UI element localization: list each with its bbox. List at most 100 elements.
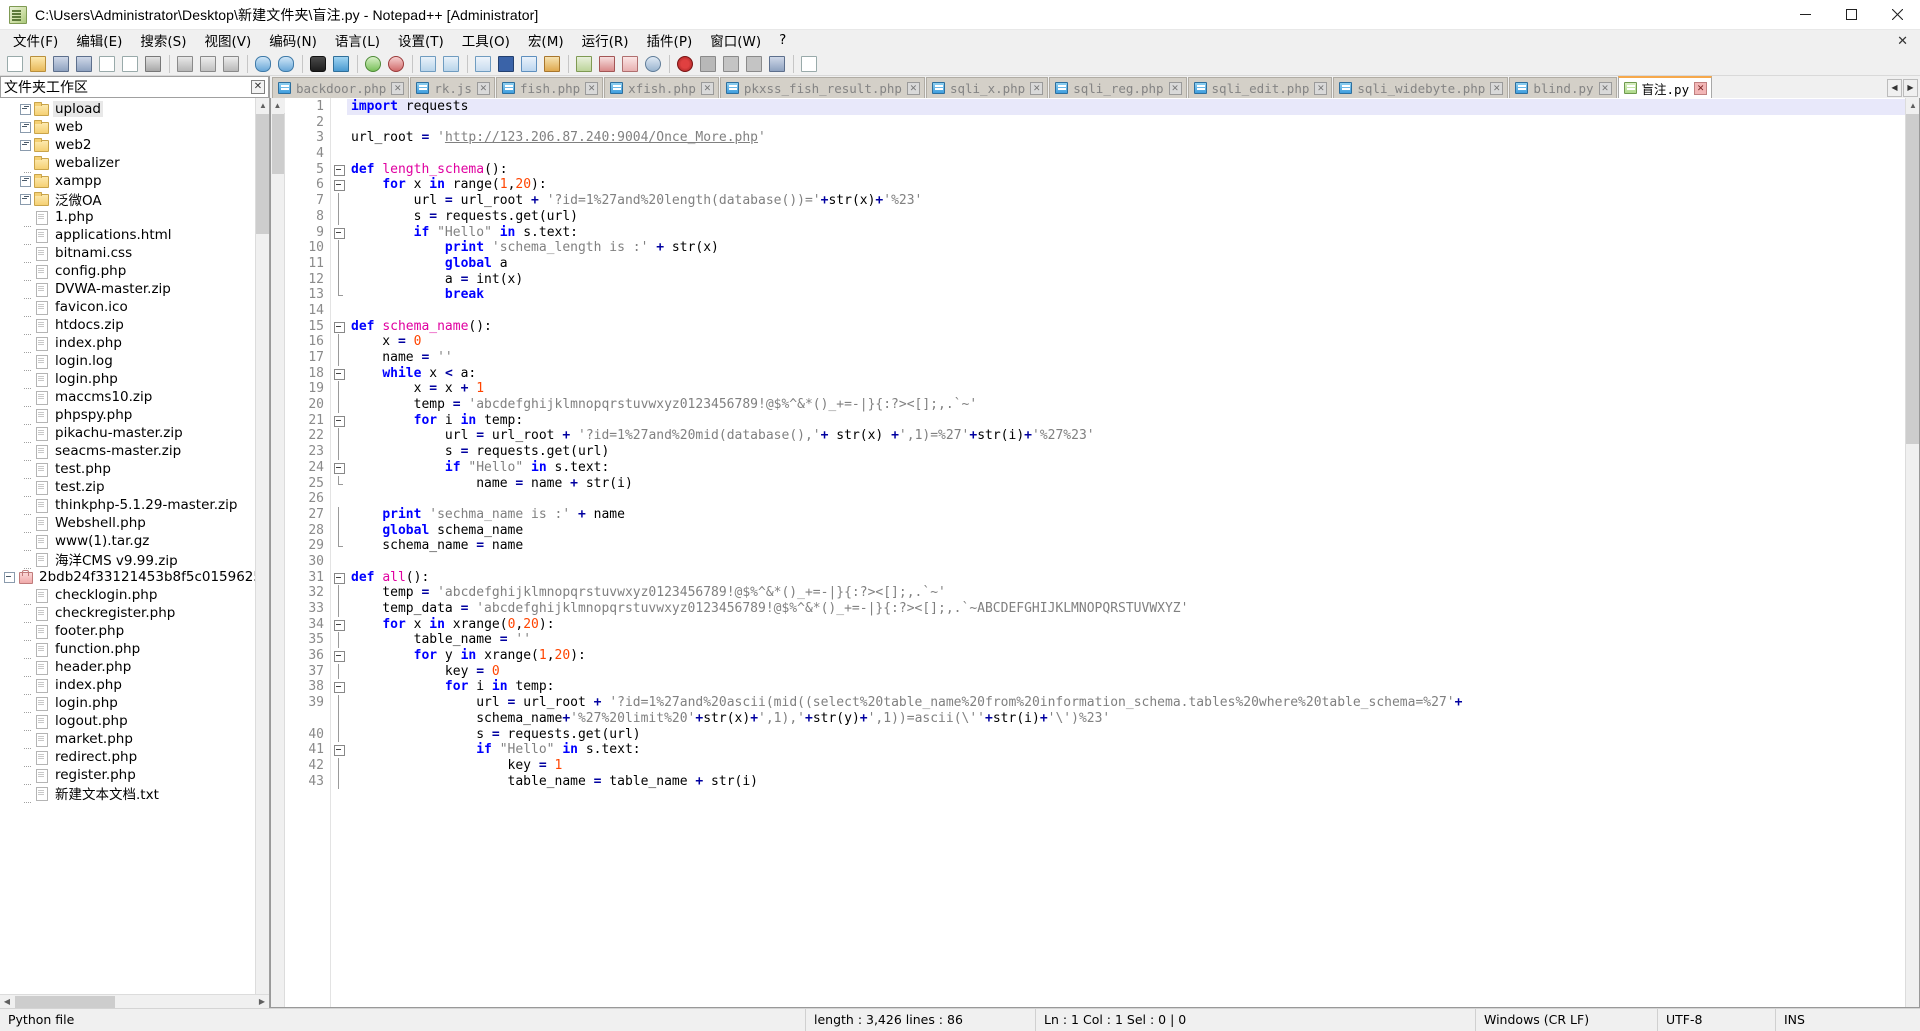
new-file-icon[interactable] (4, 53, 26, 75)
editor-vertical-scrollbar[interactable]: ▲ (1905, 98, 1919, 1007)
fold-toggle-icon[interactable] (331, 570, 347, 586)
menu-window[interactable]: 窗口(W) (701, 28, 770, 53)
document-tab[interactable]: 盲注.py ✕ (1617, 76, 1713, 98)
code-line[interactable]: key = 1 (347, 758, 1919, 774)
fold-toggle-icon[interactable] (331, 413, 347, 429)
code-line[interactable]: a = int(x) (347, 272, 1919, 288)
fold-toggle-icon[interactable] (331, 162, 347, 178)
code-line[interactable]: for x in xrange(0,20): (347, 617, 1919, 633)
code-line[interactable]: temp = 'abcdefghijklmnopqrstuvwxyz012345… (347, 397, 1919, 413)
menu-view[interactable]: 视图(V) (196, 28, 261, 53)
tree-item[interactable]: 海洋CMS v9.99.zip (1, 550, 255, 569)
tab-close-icon[interactable]: ✕ (1314, 81, 1328, 95)
status-encoding[interactable]: UTF-8 (1657, 1008, 1775, 1031)
tab-close-icon[interactable]: ✕ (700, 81, 714, 95)
code-line[interactable]: if "Hello" in s.text: (347, 460, 1919, 476)
sync-vertical-icon[interactable] (417, 53, 439, 75)
fold-toggle-icon[interactable] (331, 679, 347, 695)
tree-item[interactable]: test.zip (1, 478, 255, 497)
code-line[interactable]: if "Hello" in s.text: (347, 742, 1919, 758)
ui-user-defined-dialog-icon[interactable] (541, 53, 563, 75)
zoom-out-icon[interactable] (385, 53, 407, 75)
code-line[interactable]: x = x + 1 (347, 381, 1919, 397)
menu-run[interactable]: 运行(R) (573, 28, 638, 53)
sync-horizontal-icon[interactable] (440, 53, 462, 75)
expand-icon[interactable] (17, 137, 33, 153)
code-line[interactable]: schema_name = name (347, 538, 1919, 554)
tab-close-icon[interactable]: ✕ (1168, 81, 1182, 95)
document-tab[interactable]: blind.py ✕ (1509, 77, 1617, 98)
code-line[interactable]: for i in temp: (347, 413, 1919, 429)
code-line[interactable]: while x < a: (347, 366, 1919, 382)
tree-horizontal-scrollbar[interactable]: ◀ ▶ (0, 994, 269, 1008)
tree-item[interactable]: web (1, 118, 255, 136)
tree-item[interactable]: login.log (1, 352, 255, 371)
tree-item[interactable]: 1.php (1, 208, 255, 227)
tab-close-icon[interactable]: ✕ (391, 81, 405, 95)
monitoring-icon[interactable] (642, 53, 664, 75)
tree-item[interactable]: maccms10.zip (1, 388, 255, 407)
code-line[interactable]: name = '' (347, 350, 1919, 366)
tree-item[interactable]: register.php (1, 766, 255, 785)
code-line[interactable] (347, 554, 1919, 570)
tab-close-icon[interactable]: ✕ (1030, 81, 1044, 95)
spell-check-icon[interactable] (798, 53, 820, 75)
tree-scroll-thumb[interactable] (256, 114, 269, 234)
status-eol-format[interactable]: Windows (CR LF) (1475, 1008, 1657, 1031)
tab-next-button[interactable]: ▶ (1903, 78, 1918, 97)
code-line[interactable]: for y in xrange(1,20): (347, 648, 1919, 664)
document-map-icon[interactable] (573, 53, 595, 75)
menu-edit[interactable]: 编辑(E) (67, 28, 131, 53)
code-line[interactable] (347, 491, 1919, 507)
tree-item[interactable]: Webshell.php (1, 514, 255, 533)
document-tab[interactable]: sqli_widebyte.php ✕ (1333, 77, 1509, 98)
code-line[interactable]: if "Hello" in s.text: (347, 225, 1919, 241)
menu-tools[interactable]: 工具(O) (453, 28, 519, 53)
tree-item[interactable]: www(1).tar.gz (1, 532, 255, 551)
tree-item[interactable]: config.php (1, 262, 255, 281)
tree-item[interactable]: xampp (1, 172, 255, 190)
status-insert-mode[interactable]: INS (1775, 1008, 1920, 1031)
document-tab[interactable]: backdoor.php ✕ (272, 77, 410, 98)
maximize-button[interactable] (1828, 0, 1874, 30)
tree-item[interactable]: test.php (1, 460, 255, 479)
record-macro-icon[interactable] (674, 53, 696, 75)
code-line[interactable]: key = 0 (347, 664, 1919, 680)
code-editor[interactable]: ▲ 1 2 3 4 5 6 7 8 9 10 11 12 13 14 15 16 17 18 19 20 21 22 23 2… (270, 98, 1920, 1008)
menu-encoding[interactable]: 编码(N) (260, 28, 326, 53)
expand-icon[interactable] (17, 191, 33, 207)
zoom-in-icon[interactable] (362, 53, 384, 75)
fold-toggle-icon[interactable] (331, 225, 347, 241)
indent-guide-icon[interactable] (518, 53, 540, 75)
tree-item[interactable]: redirect.php (1, 748, 255, 767)
tree-item[interactable]: bitnami.css (1, 244, 255, 263)
tab-close-icon[interactable]: ✕ (476, 81, 490, 95)
tree-item[interactable]: login.php (1, 370, 255, 389)
fold-toggle-icon[interactable] (331, 460, 347, 476)
minimize-button[interactable] (1782, 0, 1828, 30)
tree-item[interactable]: webalizer (1, 154, 255, 173)
save-macro-icon[interactable] (766, 53, 788, 75)
tree-item[interactable]: htdocs.zip (1, 316, 255, 335)
menu-file[interactable]: 文件(F) (4, 28, 67, 53)
tree-item[interactable]: 2bdb24f33121453b8f5c0159625ad5 (1, 568, 255, 586)
code-text[interactable]: import requests url_root = 'http://123.2… (347, 98, 1919, 1007)
code-line[interactable]: table_name = table_name + str(i) (347, 774, 1919, 790)
expand-icon[interactable] (17, 119, 33, 135)
folder-as-workspace-icon[interactable] (619, 53, 641, 75)
tree-item[interactable]: header.php (1, 658, 255, 677)
tree-item[interactable]: checklogin.php (1, 586, 255, 605)
code-line[interactable]: s = requests.get(url) (347, 444, 1919, 460)
file-tree[interactable]: upload web web2 webalizer xampp 泛微OA 1.php appl… (1, 98, 255, 994)
editor-left-scrollbar[interactable]: ▲ (271, 98, 285, 1007)
tree-item[interactable]: applications.html (1, 226, 255, 245)
code-line[interactable] (347, 146, 1919, 162)
code-line[interactable]: def all(): (347, 570, 1919, 586)
collapse-icon[interactable] (1, 569, 17, 585)
code-line[interactable]: def schema_name(): (347, 319, 1919, 335)
copy-icon[interactable] (197, 53, 219, 75)
code-line[interactable]: global schema_name (347, 523, 1919, 539)
show-all-chars-icon[interactable] (495, 53, 517, 75)
tree-item[interactable]: checkregister.php (1, 604, 255, 623)
fold-toggle-icon[interactable] (331, 742, 347, 758)
